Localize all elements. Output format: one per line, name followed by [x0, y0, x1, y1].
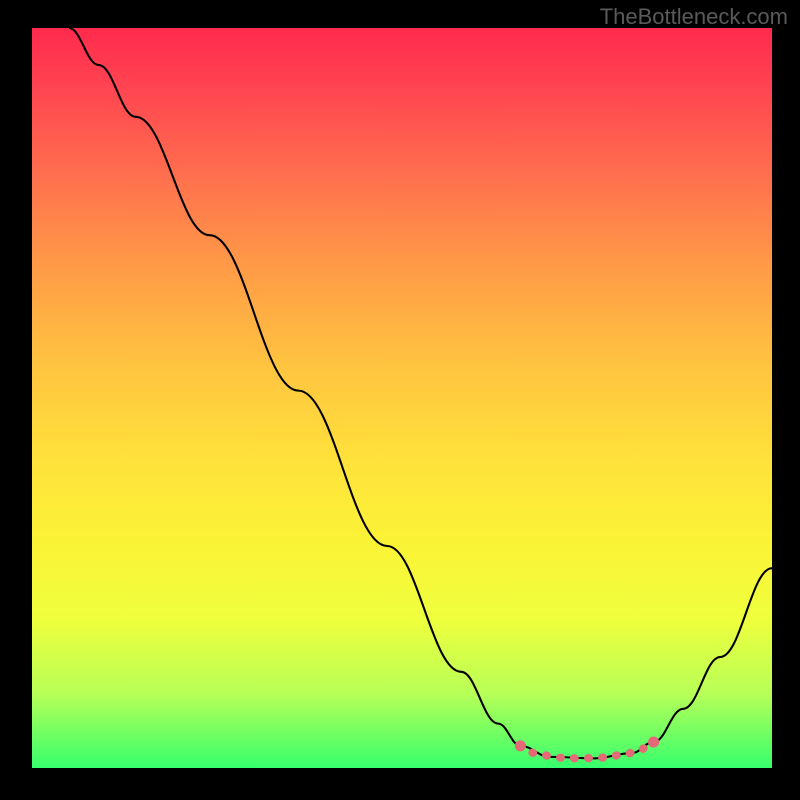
- chart-plot-area: [32, 28, 772, 768]
- highlight-end-dot: [648, 737, 659, 748]
- highlight-segment: [515, 737, 659, 759]
- watermark-text: TheBottleneck.com: [600, 4, 788, 30]
- highlight-path: [520, 742, 653, 758]
- highlight-start-dot: [515, 740, 526, 751]
- main-curve: [69, 28, 772, 758]
- chart-svg: [32, 28, 772, 768]
